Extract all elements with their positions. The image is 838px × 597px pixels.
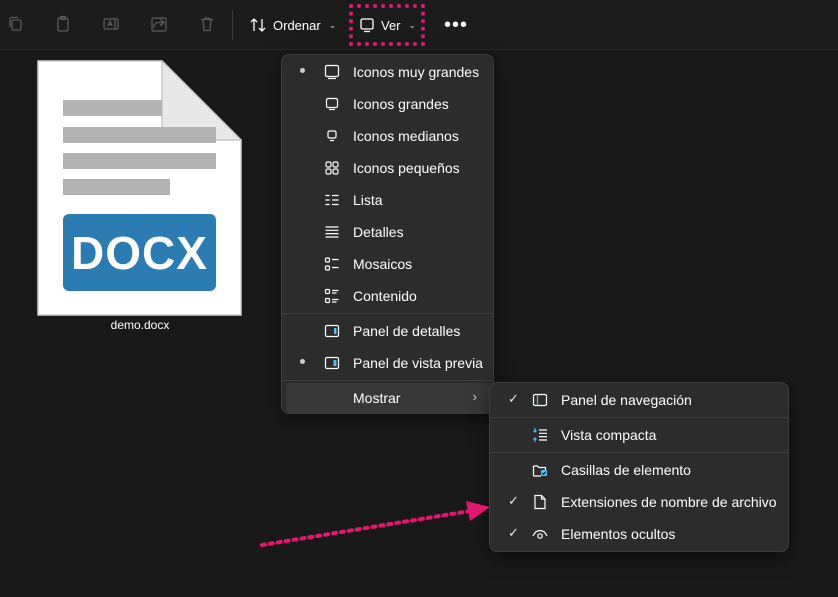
selected-bullet-icon <box>300 68 305 73</box>
menu-item-details-pane[interactable]: Panel de detalles <box>286 316 489 346</box>
menu-divider <box>282 380 493 381</box>
checkmark-icon: ✓ <box>508 525 519 540</box>
file-extension-icon <box>534 494 546 510</box>
menu-item-medium-icons[interactable]: Iconos medianos <box>286 121 489 151</box>
chevron-down-icon: ⌄ <box>328 19 337 30</box>
rename-icon[interactable] <box>99 12 123 36</box>
submenu-item-file-extensions[interactable]: ✓ Extensiones de nombre de archivo <box>494 487 784 517</box>
grid-icon <box>325 161 339 175</box>
sort-label: Ordenar <box>273 17 321 33</box>
command-bar: Ordenar ⌄ Ver ⌄ ••• <box>0 0 838 50</box>
share-icon[interactable] <box>147 12 171 36</box>
view-menu: Iconos muy grandes Iconos grandes Iconos… <box>281 54 494 414</box>
submenu-item-compact-view[interactable]: Vista compacta <box>494 420 784 450</box>
checkmark-icon: ✓ <box>508 391 519 406</box>
monitor-large-icon <box>324 64 340 80</box>
menu-divider <box>490 417 788 418</box>
menu-item-large-icons[interactable]: Iconos grandes <box>286 89 489 119</box>
selected-bullet-icon <box>300 359 305 364</box>
submenu-item-navigation-pane[interactable]: ✓ Panel de navegación <box>494 385 784 415</box>
list-icon <box>325 194 339 206</box>
details-pane-icon <box>324 324 340 338</box>
menu-item-tiles[interactable]: Mosaicos <box>286 249 489 279</box>
menu-item-extra-large-icons[interactable]: Iconos muy grandes <box>286 57 489 87</box>
menu-item-list[interactable]: Lista <box>286 185 489 215</box>
highlight-box <box>349 4 425 46</box>
menu-item-small-icons[interactable]: Iconos pequeños <box>286 153 489 183</box>
details-icon <box>325 226 339 238</box>
toolbar-separator <box>232 10 233 40</box>
menu-item-show[interactable]: Mostrar › <box>286 383 489 413</box>
compact-view-icon <box>533 428 547 442</box>
tiles-icon <box>324 257 339 271</box>
item-checkbox-icon <box>532 465 547 477</box>
preview-pane-icon <box>324 356 340 370</box>
chevron-right-icon: › <box>472 389 477 404</box>
menu-item-preview-pane[interactable]: Panel de vista previa <box>286 348 489 378</box>
submenu-item-item-checkboxes[interactable]: Casillas de elemento <box>494 455 784 485</box>
docx-badge: DOCX <box>63 214 216 291</box>
file-icon-docx[interactable]: DOCX <box>37 59 243 316</box>
navigation-pane-icon <box>532 393 548 407</box>
eye-icon <box>532 529 548 539</box>
more-options-icon[interactable]: ••• <box>444 14 468 37</box>
menu-divider <box>490 452 788 453</box>
content-icon <box>324 288 339 304</box>
monitor-small-icon <box>327 130 337 142</box>
trash-icon[interactable] <box>195 12 219 36</box>
menu-item-content[interactable]: Contenido <box>286 281 489 311</box>
sort-icon <box>250 18 266 32</box>
menu-item-details[interactable]: Detalles <box>286 217 489 247</box>
file-name[interactable]: demo.docx <box>0 318 280 332</box>
copy-icon[interactable] <box>4 12 28 36</box>
paste-icon[interactable] <box>51 12 75 36</box>
sort-button[interactable]: Ordenar ⌄ <box>249 12 336 38</box>
checkmark-icon: ✓ <box>508 493 519 508</box>
monitor-icon <box>325 97 339 111</box>
menu-divider <box>282 313 493 314</box>
submenu-item-hidden-items[interactable]: ✓ Elementos ocultos <box>494 519 784 549</box>
show-submenu: ✓ Panel de navegación Vista compacta Cas… <box>489 382 789 552</box>
